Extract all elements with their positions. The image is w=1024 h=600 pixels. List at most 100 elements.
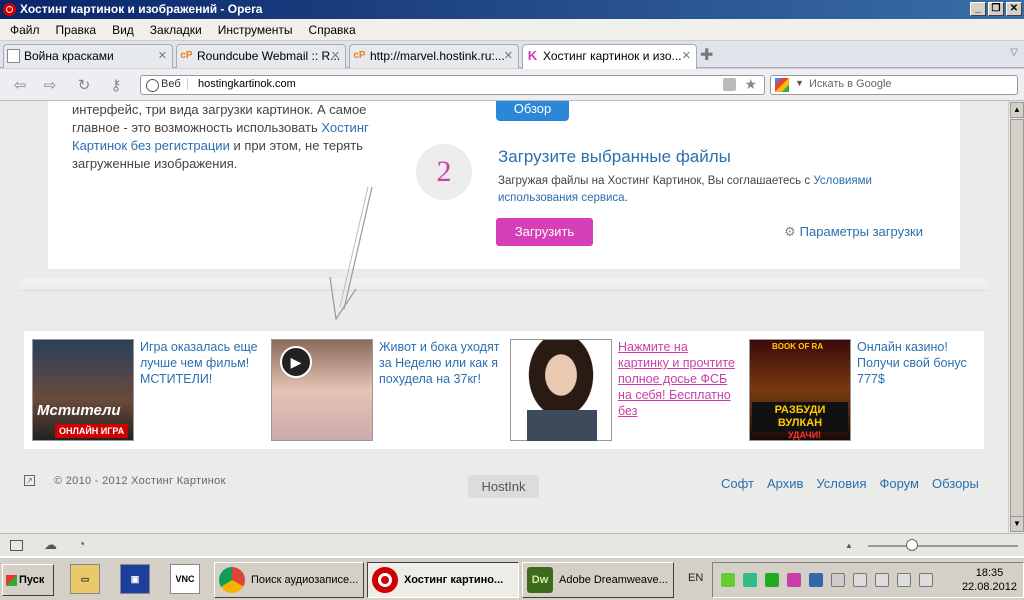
ad-image-top: BOOK OF RA [772,342,824,351]
tab-close-icon[interactable]: ✕ [504,45,513,67]
menu-tools[interactable]: Инструменты [210,23,301,37]
hostink-logo[interactable]: HostInk [468,475,539,498]
upload-button[interactable]: Загрузить [496,218,593,246]
footer-link-forum[interactable]: Форум [879,476,919,491]
floppy-icon[interactable]: ▣ [120,564,150,594]
ad-image-fsb[interactable] [510,339,612,441]
forward-icon[interactable]: ⇨ [40,76,60,94]
volume-icon[interactable] [919,573,933,587]
footer-link-reviews[interactable]: Обзоры [932,476,979,491]
tab-3[interactable]: cP http://marvel.hostink.ru:... ✕ [349,44,519,68]
ad-item[interactable]: Нажмите на картинку и прочтите полное до… [510,339,742,443]
ad-text[interactable]: Живот и бока уходят за Неделю или как я … [379,339,501,387]
browse-button[interactable]: Обзор [496,101,569,121]
scroll-down-icon[interactable]: ▼ [1010,516,1024,532]
menu-edit[interactable]: Правка [48,23,105,37]
tab-label: Roundcube Webmail :: R... [197,49,341,63]
tray-icon[interactable] [721,573,735,587]
clock[interactable]: 18:35 22.08.2012 [962,566,1017,594]
reload-icon[interactable]: ↻ [74,76,94,94]
step-desc-end: . [624,192,628,204]
ad-item[interactable]: BOOK OF RA РАЗБУДИ ВУЛКАН УДАЧИ! Онлайн … [749,339,981,443]
google-icon[interactable] [775,78,789,92]
clock-time: 18:35 [975,567,1004,579]
menu-help[interactable]: Справка [301,23,364,37]
ad-item[interactable]: ▶ Живот и бока уходят за Неделю или как … [271,339,503,443]
tray-icon[interactable] [809,573,823,587]
close-button[interactable]: ✕ [1006,2,1022,16]
task-label: Поиск аудиозаписе... [251,574,359,586]
tab-close-icon[interactable]: ✕ [682,45,691,67]
usb-icon[interactable] [853,573,867,587]
upload-params-link[interactable]: ⚙ Параметры загрузки [784,224,923,240]
star-icon[interactable]: ★ [744,76,757,93]
footer-link-terms[interactable]: Условия [816,476,866,491]
ad-text[interactable]: Онлайн казино! Получи свой бонус 777$ [857,339,979,387]
task-chrome[interactable]: Поиск аудиозаписе... [214,562,364,598]
ad-image-diet[interactable]: ▶ [271,339,373,441]
zoom-slider[interactable] [868,539,1018,551]
back-icon[interactable]: ⇦ [10,76,30,94]
hostink-icon: K [527,48,538,63]
maximize-button[interactable]: ❐ [988,2,1004,16]
hostink-tray-icon[interactable] [787,573,801,587]
language-indicator[interactable]: EN [688,572,703,584]
menu-file[interactable]: Файл [2,23,48,37]
signal-icon[interactable] [897,573,911,587]
task-opera[interactable]: Хостинг картино... [367,562,519,598]
tab-1[interactable]: Война красками ✕ [3,44,173,68]
vertical-scrollbar[interactable]: ▲ ▼ [1008,101,1024,533]
tab-close-icon[interactable]: ✕ [158,45,167,67]
external-link-icon[interactable]: ↗ [24,475,35,486]
folder-icon[interactable]: ▭ [70,564,100,594]
chevron-down-icon[interactable]: ▼ [795,78,804,88]
flag-icon[interactable] [831,573,845,587]
menu-view[interactable]: Вид [104,23,142,37]
chevron-down-icon[interactable]: ▽ [1010,47,1018,58]
opera-icon [372,567,398,593]
speed-dial-icon[interactable]: ◔ [78,537,85,551]
tray-icon[interactable] [743,573,757,587]
play-icon[interactable]: ▶ [280,346,312,378]
ad-image-avengers[interactable]: Мстители ОНЛАЙН ИГРА [32,339,134,441]
url-text[interactable]: hostingkartinok.com [198,78,296,90]
ad-text[interactable]: Нажмите на картинку и прочтите полное до… [618,339,740,419]
scroll-thumb[interactable] [1010,119,1024,517]
arrow-pointer-icon [329,186,373,321]
tab-active[interactable]: K Хостинг картинок и изо... ✕ [522,44,697,69]
zoom-menu-icon[interactable]: ▲ [845,541,853,550]
scroll-up-icon[interactable]: ▲ [1010,102,1024,118]
tab-label: Хостинг картинок и изо... [543,49,682,63]
menu-bookmarks[interactable]: Закладки [142,23,210,37]
new-tab-icon[interactable]: ✚ [700,45,713,65]
ad-text[interactable]: Игра оказалась еще лучше чем фильм! МСТИ… [140,339,262,387]
footer-link-archive[interactable]: Архив [767,476,803,491]
footer-link-soft[interactable]: Софт [721,476,754,491]
minimize-button[interactable]: _ [970,2,986,16]
web-badge[interactable]: Веб [145,78,188,92]
tray-icon[interactable] [765,573,779,587]
panel-toggle-icon[interactable] [10,540,23,551]
start-button[interactable]: Пуск [2,564,54,596]
address-field[interactable]: Веб hostingkartinok.com ★ [140,75,765,95]
taskbar: Пуск ▭ ▣ VNC Поиск аудиозаписе... Хостин… [0,556,1024,600]
feed-icon[interactable] [723,78,736,91]
ad-image-casino[interactable]: BOOK OF RA РАЗБУДИ ВУЛКАН УДАЧИ! [749,339,851,441]
tab-2[interactable]: cP Roundcube Webmail :: R... ✕ [176,44,346,68]
task-dreamweaver[interactable]: Dw Adobe Dreamweave... [522,562,674,598]
vnc-icon[interactable]: VNC [170,564,200,594]
step-description: Загружая файлы на Хостинг Картинок, Вы с… [498,173,938,207]
step-desc-text: Загружая файлы на Хостинг Картинок, Вы с… [498,175,814,187]
window-title: Хостинг картинок и изображений - Opera [20,2,263,16]
ad-image-caption: РАЗБУДИ ВУЛКАН [752,402,848,432]
cloud-icon[interactable]: ☁ [44,537,57,553]
zoom-slider-knob[interactable] [906,539,918,551]
search-field[interactable]: ▼ Искать в Google [770,75,1018,95]
tab-close-icon[interactable]: ✕ [331,45,340,67]
uniform-shape [527,410,597,441]
ad-item[interactable]: Мстители ОНЛАЙН ИГРА Игра оказалась еще … [32,339,264,443]
network-icon[interactable] [875,573,889,587]
address-toolbar: ⇦ ⇨ ↻ ⚷ Веб hostingkartinok.com ★ ▼ Иска… [0,69,1024,101]
key-icon[interactable]: ⚷ [106,76,126,94]
search-placeholder[interactable]: Искать в Google [809,78,892,90]
